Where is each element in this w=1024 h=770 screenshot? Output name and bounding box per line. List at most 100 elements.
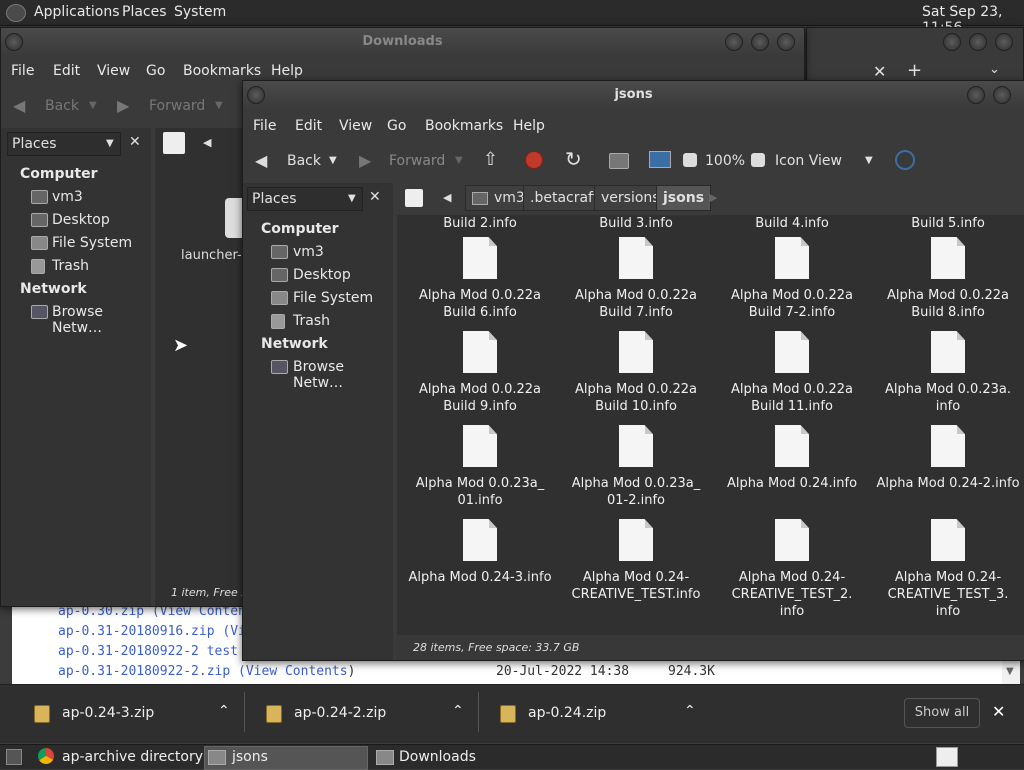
sidebar-item-desktop[interactable]: Desktop	[52, 212, 110, 228]
places-selector[interactable]: Places ▼	[247, 187, 363, 211]
file-item[interactable]: Alpha Mod 0.24- CREATIVE_TEST.info	[561, 569, 711, 603]
back-history-icon[interactable]: ▼	[329, 155, 337, 166]
breadcrumb-jsons[interactable]: jsons	[656, 185, 712, 211]
titlebar[interactable]: Downloads	[1, 28, 804, 56]
file-item[interactable]: Alpha Mod 0.24-2.info	[873, 475, 1023, 492]
close-icon[interactable]: ✕	[992, 702, 1005, 721]
reload-icon[interactable]: ↻	[565, 147, 582, 171]
menu-file[interactable]: File	[11, 63, 34, 79]
menu-help[interactable]: Help	[271, 63, 303, 79]
menu-help[interactable]: Help	[513, 118, 545, 134]
download-menu-chevron-icon[interactable]: ⌃	[218, 703, 230, 735]
file-item[interactable]: Build 4.info	[717, 215, 867, 232]
sidebar-item-trash[interactable]: Trash	[293, 313, 330, 329]
system-menu[interactable]: System	[174, 4, 226, 20]
breadcrumb-betacraft[interactable]: .betacraft	[523, 185, 606, 211]
places-menu[interactable]: Places	[122, 4, 167, 20]
close-sidebar-icon[interactable]: ✕	[129, 134, 141, 150]
stop-icon[interactable]	[525, 151, 543, 169]
forward-history-icon[interactable]: ▼	[455, 155, 463, 166]
minimize-button[interactable]	[725, 33, 743, 51]
sidebar-item-file-system[interactable]: File System	[52, 235, 132, 251]
breadcrumb-vm3[interactable]: vm3	[465, 185, 532, 211]
sidebar-item-browse-network[interactable]: Browse Netw…	[293, 359, 393, 391]
sidebar-item-desktop[interactable]: Desktop	[293, 267, 351, 283]
sidebar-item-trash[interactable]: Trash	[52, 258, 89, 274]
menu-file[interactable]: File	[253, 118, 276, 134]
file-item[interactable]: Alpha Mod 0.24- CREATIVE_TEST_2. info	[717, 569, 867, 620]
listing-row[interactable]: ap-0.31-20180922-2 test	[58, 644, 238, 659]
zoom-in-icon[interactable]	[751, 153, 765, 167]
file-item[interactable]: Build 5.info	[873, 215, 1023, 232]
show-desktop-icon[interactable]	[6, 749, 22, 765]
sidebar-item-file-system[interactable]: File System	[293, 290, 373, 306]
file-item[interactable]: Build 3.info	[561, 215, 711, 232]
menu-view[interactable]: View	[97, 63, 130, 79]
scroll-down-icon[interactable]: ▼	[1006, 666, 1014, 677]
task-jsons-active[interactable]	[204, 746, 368, 770]
home-icon[interactable]	[609, 153, 629, 169]
task-jsons[interactable]: jsons	[232, 747, 268, 767]
file-item[interactable]: Alpha Mod 0.0.22a Build 8.info	[873, 287, 1023, 321]
file-item[interactable]: Alpha Mod 0.24-3.info	[405, 569, 555, 586]
path-left-arrow-icon[interactable]: ◀	[203, 136, 211, 149]
file-item[interactable]: Alpha Mod 0.0.23a. info	[873, 381, 1023, 415]
task-browser[interactable]: ap-archive directory…	[62, 747, 217, 767]
download-item[interactable]: ap-0.24-3.zip	[62, 705, 154, 737]
close-button[interactable]	[995, 33, 1013, 51]
file-item[interactable]: Alpha Mod 0.0.22a Build 6.info	[405, 287, 555, 321]
workspace-switcher[interactable]	[936, 747, 958, 767]
path-left-arrow-icon[interactable]: ◀	[443, 191, 451, 204]
back-button[interactable]: Back	[45, 98, 79, 114]
view-mode-select[interactable]: Icon View	[775, 153, 842, 169]
close-button[interactable]	[777, 33, 795, 51]
menu-view[interactable]: View	[339, 118, 372, 134]
search-icon[interactable]	[895, 150, 915, 170]
new-tab-icon[interactable]: +	[907, 60, 922, 81]
listing-row[interactable]: ap-0.31-20180916.zip (Vi	[58, 624, 246, 639]
file-item[interactable]: Alpha Mod 0.24- CREATIVE_TEST_3. info	[873, 569, 1023, 620]
menu-edit[interactable]: Edit	[53, 63, 80, 79]
download-item[interactable]: ap-0.24-2.zip	[294, 705, 386, 737]
close-sidebar-icon[interactable]: ✕	[369, 189, 381, 205]
sidebar-item-browse-network[interactable]: Browse Netw…	[52, 304, 151, 336]
computer-icon[interactable]	[649, 151, 671, 168]
download-menu-chevron-icon[interactable]: ⌃	[452, 703, 464, 735]
back-history-icon[interactable]: ▼	[89, 100, 97, 111]
menu-edit[interactable]: Edit	[295, 118, 322, 134]
file-item[interactable]: Alpha Mod 0.24.info	[717, 475, 867, 492]
forward-button[interactable]: Forward	[389, 153, 445, 169]
file-item[interactable]: Alpha Mod 0.0.22a Build 11.info	[717, 381, 867, 415]
sidebar-item-vm3[interactable]: vm3	[293, 244, 324, 260]
minimize-button[interactable]	[943, 33, 961, 51]
back-button[interactable]: Back	[287, 153, 321, 169]
task-downloads[interactable]: Downloads	[399, 747, 476, 767]
forward-button[interactable]: Forward	[149, 98, 205, 114]
menu-go[interactable]: Go	[146, 63, 165, 79]
menu-bookmarks[interactable]: Bookmarks	[425, 118, 503, 134]
file-item[interactable]: Build 2.info	[405, 215, 555, 232]
download-menu-chevron-icon[interactable]: ⌃	[684, 703, 696, 735]
file-item[interactable]: Alpha Mod 0.0.23a_ 01-2.info	[561, 475, 711, 509]
file-item[interactable]: Alpha Mod 0.0.23a_ 01.info	[405, 475, 555, 509]
up-arrow-icon[interactable]: ⇧	[483, 149, 498, 170]
file-item[interactable]: Alpha Mod 0.0.22a Build 7.info	[561, 287, 711, 321]
maximize-button[interactable]	[993, 86, 1011, 104]
zoom-level[interactable]: 100%	[705, 153, 745, 169]
applications-menu[interactable]: Applications	[34, 4, 120, 20]
gnome-foot-icon[interactable]	[6, 4, 26, 22]
show-all-button[interactable]: Show all	[904, 698, 980, 728]
chevron-down-icon[interactable]: ⌄	[989, 62, 1000, 77]
maximize-button[interactable]	[969, 33, 987, 51]
file-item[interactable]: Alpha Mod 0.0.22a Build 9.info	[405, 381, 555, 415]
sidebar-item-vm3[interactable]: vm3	[52, 189, 83, 205]
listing-row[interactable]: ap-0.31-20180922-2.zip (View Contents)	[58, 664, 355, 679]
close-tab-icon[interactable]: ✕	[873, 62, 886, 81]
path-right-arrow-icon[interactable]: ▶	[709, 191, 717, 204]
file-item[interactable]: Alpha Mod 0.0.22a Build 7-2.info	[717, 287, 867, 321]
menu-bookmarks[interactable]: Bookmarks	[183, 63, 261, 79]
titlebar[interactable]: jsons	[243, 81, 1024, 109]
minimize-button[interactable]	[967, 86, 985, 104]
zoom-out-icon[interactable]	[683, 153, 697, 167]
places-selector[interactable]: Places ▼	[7, 132, 121, 156]
